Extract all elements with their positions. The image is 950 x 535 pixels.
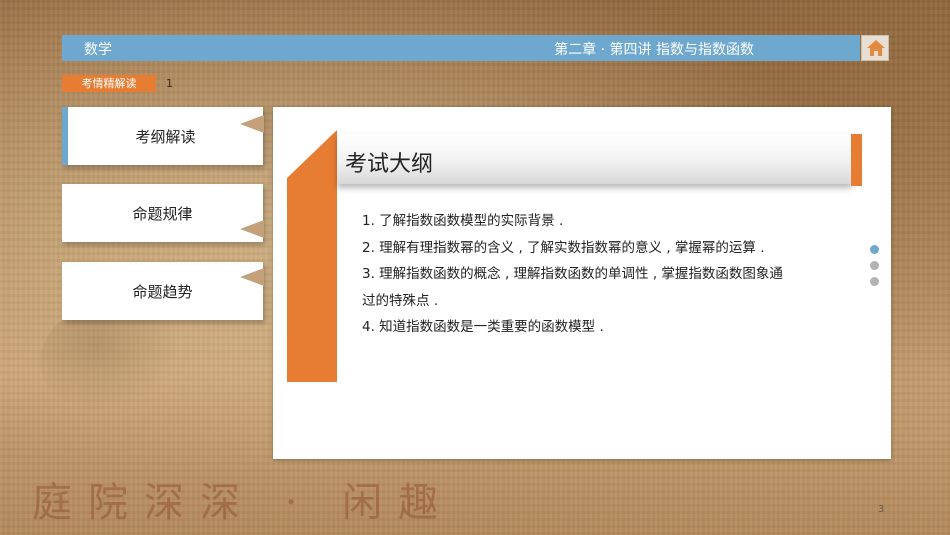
nav-notch <box>240 220 264 238</box>
pagination-dot[interactable] <box>870 245 879 254</box>
orange-decoration <box>287 130 337 382</box>
list-item: 过的特殊点 . <box>362 292 439 309</box>
list-item: 3. 理解指数函数的概念 , 理解指数函数的单调性 , 掌握指数函数图象通 <box>362 266 783 282</box>
title-accent <box>851 134 862 186</box>
pagination-dot[interactable] <box>870 277 879 286</box>
list-item: 4. 知道指数函数是一类重要的函数模型 . <box>362 319 604 335</box>
section-number: 1 <box>166 77 173 90</box>
home-icon <box>867 40 885 56</box>
nav-notch <box>240 268 264 286</box>
calligraphy-watermark: 庭院深深 · 闲趣 <box>32 480 455 526</box>
nav-item-syllabus[interactable]: 考纲解读 <box>62 107 264 165</box>
nav-notch <box>240 115 264 133</box>
pagination-dot[interactable] <box>870 261 879 270</box>
nav-item-label: 命题规律 <box>132 204 193 223</box>
nav-item-label: 考纲解读 <box>135 127 196 146</box>
chapter-title: 第二章 · 第四讲 指数与指数函数 <box>554 42 754 58</box>
subject-label: 数学 <box>84 42 112 58</box>
list-item: 2. 理解有理指数幂的含义 , 了解实数指数幂的意义 , 掌握幂的运算 . <box>362 239 765 256</box>
page-number: 3 <box>878 504 885 515</box>
syllabus-list: 1. 了解指数函数模型的实际背景 . 2. 理解有理指数幂的含义 , 了解实数指… <box>362 208 822 341</box>
title-bar: 考试大纲 <box>337 134 852 184</box>
section-tag: 考情精解读 <box>62 75 156 92</box>
header-bar: 数学 第二章 · 第四讲 指数与指数函数 <box>62 35 860 61</box>
home-button[interactable] <box>861 35 889 61</box>
nav-item-label: 命题趋势 <box>132 282 193 301</box>
nav-item-patterns[interactable]: 命题规律 <box>62 184 264 242</box>
list-item: 1. 了解指数函数模型的实际背景 . <box>362 213 564 229</box>
panel-title: 考试大纲 <box>345 152 434 177</box>
nav-item-trends[interactable]: 命题趋势 <box>62 262 264 320</box>
